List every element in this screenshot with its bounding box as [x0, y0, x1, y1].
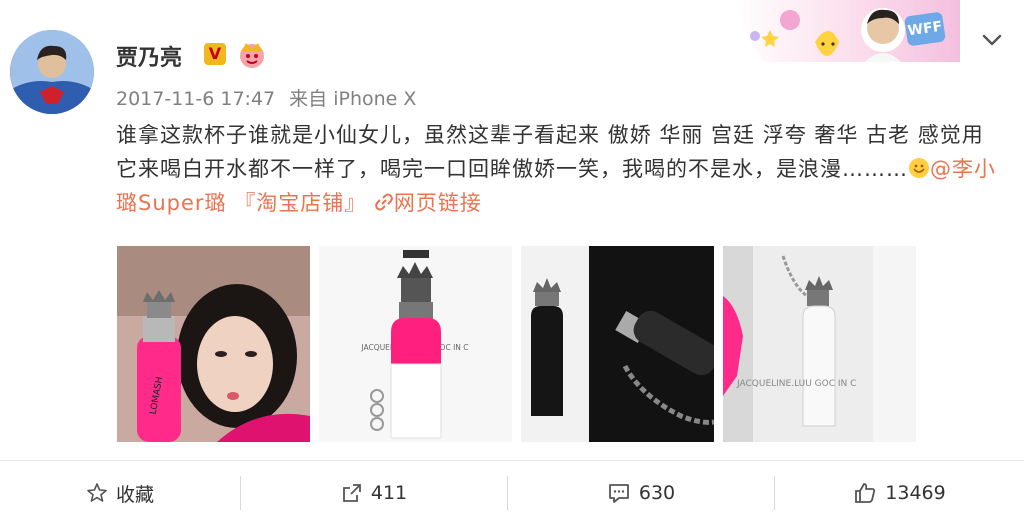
weibo-post-card: 贾乃亮 V 2017-11-6 17:47 来自 iPhone X WFF 谁拿…: [0, 0, 1024, 516]
like-button[interactable]: 13469: [775, 470, 1024, 516]
post-text: 谁拿这款杯子谁就是小仙女儿，虽然这辈子看起来 傲娇 华丽 宫廷 浮夸 奢华 古老…: [116, 118, 996, 220]
shop-link[interactable]: 『淘宝店铺』: [234, 191, 366, 215]
favorite-button[interactable]: 收藏: [0, 470, 240, 516]
web-link[interactable]: 网页链接: [394, 191, 482, 215]
image-thumbnail-3[interactable]: [521, 246, 714, 442]
favorite-label: 收藏: [115, 483, 154, 506]
member-crown-icon: [240, 43, 264, 68]
post-text-body: 谁拿这款杯子谁就是小仙女儿，虽然这辈子看起来 傲娇 华丽 宫廷 浮夸 奢华 古老…: [116, 123, 984, 181]
like-count: 13469: [885, 482, 946, 504]
fan-badge: WFF: [904, 11, 946, 47]
comment-count: 630: [638, 482, 676, 504]
repost-count: 411: [370, 482, 408, 504]
comment-button[interactable]: 630: [508, 470, 774, 516]
action-bar-divider: [0, 460, 1024, 461]
author-name[interactable]: 贾乃亮: [116, 40, 182, 72]
thumbs-up-icon: [855, 483, 876, 503]
link-icon: [375, 193, 393, 211]
avatar[interactable]: [10, 30, 94, 114]
chevron-down-icon[interactable]: [980, 30, 1004, 50]
post-time[interactable]: 2017-11-6 17:47: [116, 88, 275, 110]
post-source: 来自 iPhone X: [289, 88, 417, 110]
image-thumbnail-4[interactable]: JACQUELINE.LUU GOC IN C: [723, 246, 916, 442]
star-icon: [87, 483, 107, 502]
post-meta: 2017-11-6 17:47 来自 iPhone X: [116, 84, 424, 111]
smile-emoji-icon: [909, 158, 929, 178]
verified-badge-icon: V: [204, 43, 226, 65]
repost-icon: [342, 484, 361, 502]
image-thumbnail-1[interactable]: LOMASH: [117, 246, 310, 442]
image-thumbnail-2[interactable]: JACQUELINE LUU X GOC IN C: [319, 246, 512, 442]
comment-icon: [608, 484, 629, 503]
image-4-label: JACQUELINE.LUU GOC IN C: [736, 379, 856, 389]
repost-button[interactable]: 411: [241, 470, 507, 516]
